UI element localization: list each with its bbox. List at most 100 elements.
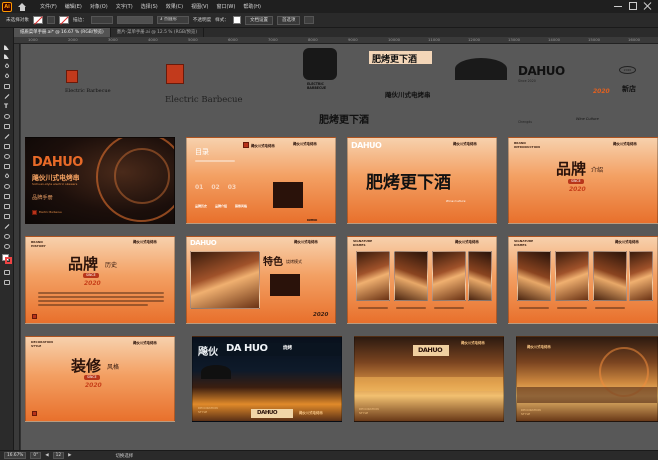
stroke-swatch[interactable] (58, 16, 69, 24)
dahuo-year-asset[interactable]: 2020 (593, 88, 610, 95)
electric-barbecue-text-2[interactable]: Electric Barbecue (165, 95, 243, 105)
menu-window[interactable]: 窗口(W) (216, 3, 235, 10)
close-icon[interactable] (644, 2, 652, 10)
mesh-tool-icon[interactable] (3, 163, 11, 170)
maximize-icon[interactable] (629, 2, 637, 10)
symbol-sprayer-tool-icon[interactable] (3, 193, 11, 200)
home-icon[interactable] (18, 2, 26, 11)
artboard-interior-2[interactable]: 飚伙川式电烤串 DECORATION STYLE (516, 336, 658, 422)
artboard-next-icon[interactable]: ▶ (68, 453, 71, 458)
vertical-calligraphy-asset[interactable]: 新店 (622, 84, 636, 94)
beast-badge-logo[interactable] (303, 48, 337, 80)
calligraphy-mid-asset[interactable]: 肥烤更下酒 (319, 111, 369, 126)
direct-selection-tool-icon[interactable] (3, 53, 11, 60)
scale-tool-icon[interactable] (3, 123, 11, 130)
artboard-signature-2[interactable]: SIGNATURE DISHES (508, 236, 658, 324)
artboard-slogan[interactable]: DAHUO 肥烤更下酒 Wine Culture (347, 137, 497, 224)
artboard-cover[interactable]: DAHUO 飚伙川式电烤串 Sichuan-style electric ske… (25, 137, 175, 224)
rectangle-tool-icon[interactable] (3, 83, 11, 90)
menu-edit[interactable]: 编辑(E) (65, 3, 82, 10)
menu-effect[interactable]: 效果(C) (166, 3, 183, 10)
calligraphy-small-asset[interactable]: 肥烤更下酒 (369, 51, 432, 65)
history-head: BRAND HISTORY (31, 240, 46, 248)
curvature-tool-icon[interactable] (3, 73, 11, 80)
stroke-weight-field[interactable] (90, 16, 113, 24)
menu-help[interactable]: 帮助(H) (243, 3, 261, 10)
ruler-tick-label: 15000 (588, 37, 601, 42)
signature2-brand-row: 飚伙川式电烤串 (615, 240, 639, 244)
minimize-icon[interactable] (614, 2, 622, 7)
document-setup-button[interactable]: 文档设置 (244, 15, 273, 25)
fill-stroke-icon[interactable] (2, 254, 12, 264)
opacity-label[interactable]: 不透明度 (193, 17, 211, 23)
vertical-ruler[interactable] (14, 44, 20, 450)
storefront-brand-row: 飚伙川式电烤串 (299, 411, 323, 415)
seal-logo-small[interactable] (66, 70, 78, 83)
wine-culture-asset[interactable]: Wine Culture (576, 117, 599, 121)
label-tag-asset[interactable]: 2020 (619, 66, 636, 74)
artboard-tool-icon[interactable] (3, 213, 11, 220)
artboard-decoration[interactable]: DECORATION STYLE 装修 风格 SINCE 2020 (25, 336, 175, 422)
menu-view[interactable]: 视图(V) (191, 3, 208, 10)
variable-width-profile[interactable] (116, 16, 153, 24)
fill-dropdown[interactable] (46, 16, 55, 24)
shape-builder-tool-icon[interactable] (3, 153, 11, 160)
menu-type[interactable]: 文字(T) (116, 3, 133, 10)
graph-tool-icon[interactable] (3, 203, 11, 210)
zoom-tool-icon[interactable] (3, 243, 11, 250)
ruler-tick-label: 10000 (388, 37, 401, 42)
blend-tool-icon[interactable] (3, 183, 11, 190)
badge-line-2[interactable]: BARBECUE (307, 86, 326, 90)
brush-dropdown[interactable]: 3 点圆形 (156, 16, 189, 24)
screen-mode-icon[interactable] (3, 279, 11, 286)
free-transform-tool-icon[interactable] (3, 143, 11, 150)
canvas[interactable]: Electric Barbecue Electric Barbecue ELEC… (21, 44, 658, 450)
history-para-4 (38, 304, 148, 306)
hand-tool-icon[interactable] (3, 233, 11, 240)
electric-barbecue-text-1[interactable]: Electric Barbecue (65, 88, 111, 94)
eraser-tool-icon[interactable] (3, 133, 11, 140)
dahuo-logo-asset[interactable]: DAHUO (518, 64, 565, 78)
drawing-mode-icon[interactable] (3, 269, 11, 276)
tab-document-1[interactable]: 纸质菜单手册.ai* @ 16.67 % (RGB/预览) (14, 28, 111, 37)
signature2-photo-4 (629, 251, 653, 301)
artboard-feature[interactable]: DAHUO 特色 烧烤模式 2020 (186, 236, 336, 324)
artboard-toc[interactable]: 目录 飚伙川式电烤串 01 02 03 品牌历史 品牌介绍 装修风格 DAHUO (186, 137, 336, 224)
menu-select[interactable]: 选择(S) (141, 3, 158, 10)
artboard-brand-intro[interactable]: BRAND INTRODUCTION 品牌 介绍 SINCE 2020 (508, 137, 658, 224)
rotate-tool-icon[interactable] (3, 113, 11, 120)
artboard-interior-1[interactable]: DAHUO DECORATION STYLE (354, 336, 504, 422)
type-tool-icon[interactable] (3, 103, 11, 110)
tab-document-2[interactable]: 墨片-菜单手册.ai @ 12.5 % (RGB/预览) (111, 28, 205, 37)
artboard-brand-history[interactable]: BRAND HISTORY 品牌 历史 SINCE 2020 (25, 236, 175, 324)
slice-tool-icon[interactable] (3, 223, 11, 230)
arrange-icon[interactable] (304, 16, 315, 24)
storefront-sign-en: DA HUO (226, 343, 268, 354)
rotation-field[interactable]: 0° (30, 452, 42, 459)
ruler-tick-label: 12000 (468, 37, 481, 42)
eyedropper-tool-icon[interactable] (3, 173, 11, 180)
pen-tool-icon[interactable] (3, 63, 11, 70)
style-swatch[interactable] (232, 16, 241, 24)
artboard-storefront[interactable]: 飚伙 DA HUO 烧烤 DECORATION STYLE DAHUO 飚伙川式… (192, 336, 342, 422)
signature1-caption-3 (434, 307, 464, 309)
menu-file[interactable]: 文件(F) (40, 3, 57, 10)
cover-handbook: 品牌手册 (32, 195, 53, 201)
selection-tool-icon[interactable] (3, 44, 11, 51)
artboard-number-field[interactable]: 12 (52, 452, 65, 459)
seal-logo-large[interactable] (166, 64, 184, 84)
artboard-prev-icon[interactable]: ◀ (45, 453, 48, 458)
dahuo-emblem[interactable] (455, 58, 507, 80)
preferences-button[interactable]: 首选项 (276, 15, 301, 25)
selection-status: 未选择对象 (6, 18, 29, 23)
paintbrush-tool-icon[interactable] (3, 93, 11, 100)
artboard-signature-1[interactable]: SIGNATURE DISHES (347, 236, 497, 324)
horizontal-ruler[interactable]: 1000 2000 3000 4000 5000 6000 7000 8000 9000 1000… (14, 37, 658, 44)
zoom-field[interactable]: 16.67% (4, 452, 27, 459)
brand-cn-asset[interactable]: 飚伙川式电烤串 (385, 89, 431, 99)
menu-object[interactable]: 对象(O) (90, 3, 108, 10)
signature2-caption-2 (557, 307, 587, 309)
cover-en: Sichuan-style electric skewers (32, 182, 78, 186)
fill-swatch[interactable] (32, 16, 43, 24)
slogan-brand-row: 飚伙川式电烤串 (453, 142, 477, 146)
